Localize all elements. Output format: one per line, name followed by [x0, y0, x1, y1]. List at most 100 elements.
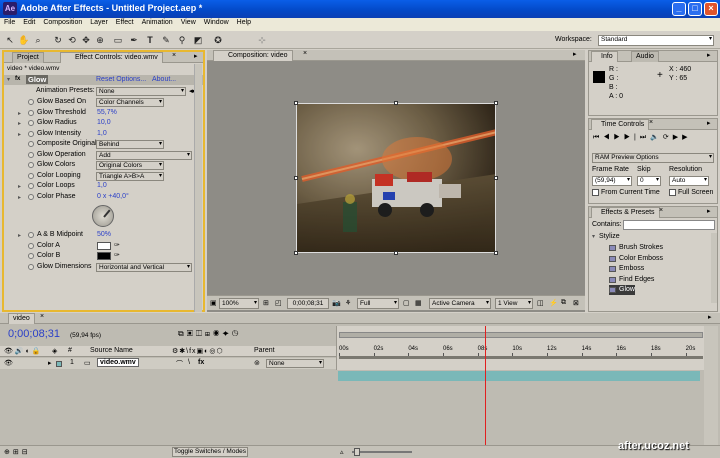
comp-tab-close-icon[interactable]: ×: [303, 50, 307, 57]
menu-view[interactable]: View: [177, 18, 200, 26]
effects-scrollbar[interactable]: [711, 233, 717, 303]
timeline-timecode[interactable]: 0;00;08;31: [8, 328, 60, 340]
param-expand-icon[interactable]: ▸: [18, 119, 21, 129]
minimize-button[interactable]: _: [672, 2, 686, 16]
about-link[interactable]: About...: [152, 76, 176, 83]
tab-project[interactable]: Project: [12, 52, 44, 63]
info-panel-menu-icon[interactable]: ▸: [707, 51, 711, 59]
contains-search-input[interactable]: [623, 220, 715, 230]
eyedropper-icon[interactable]: ✑: [114, 241, 120, 251]
stopwatch-icon[interactable]: [28, 263, 34, 270]
eraser-tool-icon[interactable]: ◩: [192, 34, 204, 46]
play-icon[interactable]: ▶: [614, 134, 624, 141]
loop-icon[interactable]: ⟳: [663, 134, 673, 141]
current-time-indicator[interactable]: [485, 326, 487, 446]
stopwatch-icon[interactable]: [28, 141, 34, 147]
tab-effect-controls[interactable]: Effect Controls: video.wmv: [60, 52, 163, 63]
stopwatch-icon[interactable]: [28, 172, 34, 179]
ram-preview-icon[interactable]: ▶▶: [673, 134, 692, 141]
close-button[interactable]: ×: [704, 2, 718, 16]
frame-blending-icon[interactable]: ⊞: [205, 329, 213, 338]
pan-behind-tool-icon[interactable]: ⊕: [94, 34, 106, 46]
timeline-menu-icon[interactable]: ▸: [708, 313, 712, 321]
zoom-out-icon[interactable]: ▵: [340, 448, 344, 456]
effect-item-glow[interactable]: Glow: [609, 285, 635, 295]
always-preview-icon[interactable]: ▣: [210, 299, 217, 307]
composition-viewer[interactable]: [296, 103, 496, 253]
transform-handle[interactable]: [394, 251, 398, 255]
stopwatch-icon[interactable]: [28, 242, 34, 249]
tab-composition[interactable]: Composition: video: [213, 50, 293, 61]
clone-stamp-tool-icon[interactable]: ⚲: [176, 34, 188, 46]
stylize-expand-icon[interactable]: ▾: [592, 233, 595, 240]
rotate-tool-icon[interactable]: ↻: [52, 34, 64, 46]
parent-pickwhip-icon[interactable]: ⊚: [254, 359, 260, 367]
param-expand-icon[interactable]: ▸: [18, 130, 21, 140]
param-value[interactable]: 1,0: [97, 129, 107, 139]
param-select[interactable]: Behind: [96, 140, 164, 149]
effects-close-icon[interactable]: ×: [659, 207, 663, 214]
stopwatch-icon[interactable]: [28, 183, 34, 189]
layer-duration-bar[interactable]: [338, 371, 700, 381]
menu-window[interactable]: Window: [200, 18, 233, 26]
panel-scrollbar[interactable]: [194, 64, 202, 312]
layer-label-color[interactable]: [56, 361, 62, 367]
param-expand-icon[interactable]: ▸: [18, 182, 21, 192]
motion-blur-icon[interactable]: ◉: [213, 329, 222, 338]
timeline-scrollbar[interactable]: [704, 326, 718, 446]
full-screen-checkbox[interactable]: [669, 189, 676, 196]
last-frame-icon[interactable]: ⏭: [640, 134, 650, 141]
param-select[interactable]: Triangle A>B>A: [96, 171, 164, 181]
tab-time-controls[interactable]: Time Controls: [591, 119, 650, 130]
param-expand-icon[interactable]: ▸: [18, 231, 21, 241]
workspace-select[interactable]: Standard: [598, 35, 714, 46]
live-update-icon[interactable]: ▣: [187, 329, 196, 338]
fast-previews-icon[interactable]: ⚡: [549, 299, 558, 307]
effect-item-find-edges[interactable]: Find Edges: [609, 275, 654, 285]
view-layout-select[interactable]: 1 View: [495, 298, 533, 309]
color-swatch[interactable]: [97, 241, 111, 250]
transform-handle[interactable]: [494, 176, 498, 180]
video-visibility-icon[interactable]: 👁: [4, 359, 13, 367]
pen-tool-icon[interactable]: ✒: [128, 34, 140, 46]
zoom-tool-icon[interactable]: ⌕: [32, 34, 44, 46]
show-channel-icon[interactable]: ⚘: [345, 299, 351, 307]
stopwatch-icon[interactable]: [28, 130, 34, 137]
param-select[interactable]: Horizontal and Vertical: [96, 262, 192, 272]
transform-handle[interactable]: [294, 101, 298, 105]
param-value[interactable]: 1,0: [97, 181, 107, 191]
menu-animation[interactable]: Animation: [138, 18, 177, 26]
hand-tool-icon[interactable]: ✋: [18, 34, 30, 46]
tab-timeline-video[interactable]: video: [8, 313, 35, 324]
layer-expand-icon[interactable]: ▸: [48, 359, 52, 367]
menu-effect[interactable]: Effect: [112, 18, 138, 26]
camera-orbit-tool-icon[interactable]: ⟲: [66, 34, 78, 46]
shy-switch-icon[interactable]: ⌒: [176, 359, 183, 369]
param-value[interactable]: 10,0: [97, 118, 111, 128]
eyedropper-icon[interactable]: ✑: [114, 251, 120, 261]
stopwatch-icon[interactable]: [28, 151, 34, 158]
time-ruler[interactable]: 00s 02s 04s 06s 08s 10s 12s 14s 16s 18s 20s: [339, 346, 703, 356]
parent-select[interactable]: None: [266, 359, 324, 368]
layer-name[interactable]: video.wmv: [97, 358, 139, 367]
stopwatch-icon[interactable]: [28, 99, 34, 105]
comp-mini-flowchart-icon[interactable]: ⧉: [178, 329, 187, 338]
timeline-tab-close-icon[interactable]: ×: [40, 313, 44, 320]
tab-close-icon[interactable]: ×: [172, 52, 176, 59]
next-frame-icon[interactable]: ▶|: [624, 134, 640, 141]
time-navigator[interactable]: [339, 332, 703, 338]
audio-icon[interactable]: 🔈: [650, 134, 663, 141]
param-value[interactable]: 50%: [97, 230, 111, 240]
color-phase-dial[interactable]: [92, 205, 114, 227]
param-value[interactable]: 55,7%: [97, 108, 117, 118]
from-current-checkbox[interactable]: [592, 189, 599, 196]
work-area-bar[interactable]: [339, 356, 703, 359]
graph-editor-icon[interactable]: ◷: [232, 329, 241, 338]
param-value[interactable]: 0 x +40,0°: [97, 192, 129, 202]
effects-menu-icon[interactable]: ▸: [707, 207, 711, 215]
toggle-switches-modes-button[interactable]: Toggle Switches / Modes: [172, 447, 248, 457]
stopwatch-icon[interactable]: [28, 162, 34, 168]
first-frame-icon[interactable]: ⏮: [593, 134, 603, 141]
selection-tool-icon[interactable]: ↖: [4, 34, 16, 46]
brainstorm-icon[interactable]: ✦: [222, 329, 231, 338]
